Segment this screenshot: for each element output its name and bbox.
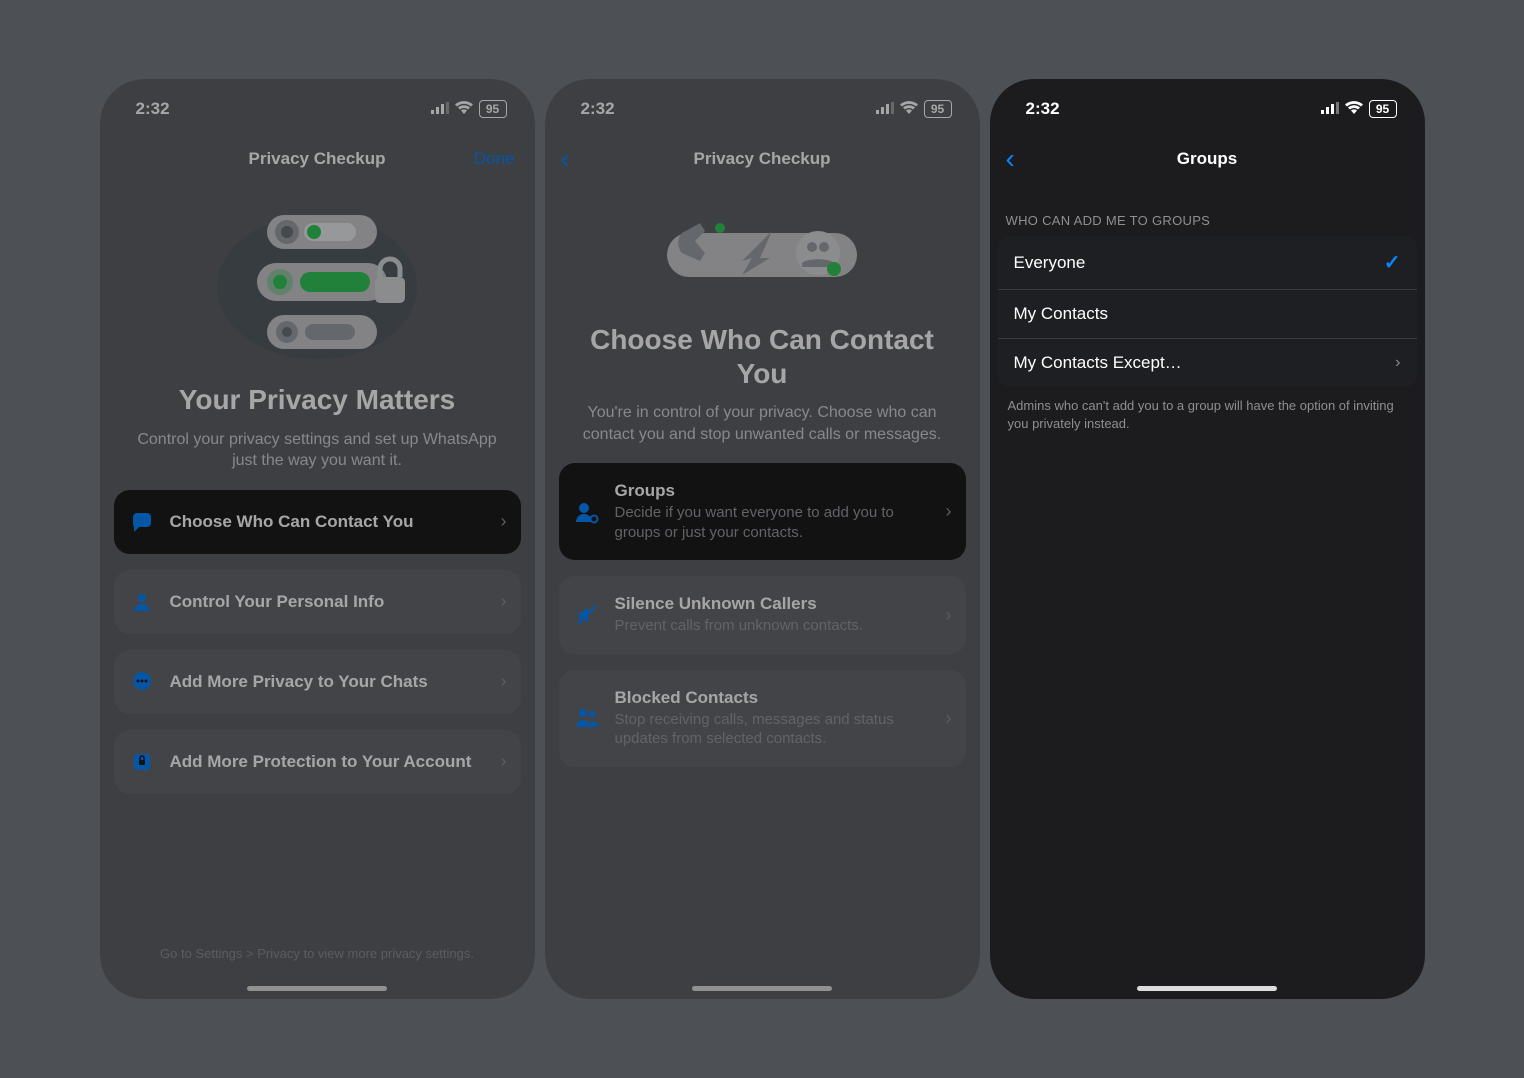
- option-label: Everyone: [1014, 253, 1384, 273]
- back-button[interactable]: ‹: [1006, 143, 1015, 175]
- battery-icon: 95: [1369, 100, 1397, 118]
- option-subtitle: Stop receiving calls, messages and statu…: [615, 710, 932, 749]
- nav-bar: ‹ Groups: [990, 135, 1425, 183]
- option-title: Groups: [615, 481, 932, 501]
- status-bar: 2:32 95: [545, 79, 980, 127]
- battery-icon: 95: [479, 100, 507, 118]
- footer-note: Go to Settings > Privacy to view more pr…: [100, 946, 535, 961]
- status-icons: 95: [1321, 99, 1397, 119]
- chevron-right-icon: ›: [501, 511, 507, 532]
- option-everyone[interactable]: Everyone ✓: [998, 236, 1417, 290]
- privacy-illustration: [100, 187, 535, 377]
- options-listgroup: Everyone ✓ My Contacts My Contacts Excep…: [998, 236, 1417, 387]
- option-groups[interactable]: Groups Decide if you want everyone to ad…: [559, 463, 966, 560]
- mute-icon: [573, 601, 601, 629]
- option-title: Choose Who Can Contact You: [170, 512, 487, 532]
- nav-title: Privacy Checkup: [248, 149, 385, 169]
- person-icon: [128, 588, 156, 616]
- battery-icon: 95: [924, 100, 952, 118]
- option-subtitle: Decide if you want everyone to add you t…: [615, 503, 932, 542]
- back-button[interactable]: ‹: [561, 143, 570, 175]
- chevron-right-icon: ›: [946, 605, 952, 626]
- chevron-right-icon: ›: [501, 671, 507, 692]
- wifi-icon: [1345, 99, 1363, 119]
- nav-bar: Privacy Checkup Done: [100, 135, 535, 183]
- section-footer: Admins who can't add you to a group will…: [990, 387, 1425, 432]
- nav-title: Groups: [1177, 149, 1237, 169]
- status-icons: 95: [431, 99, 507, 119]
- option-title: Silence Unknown Callers: [615, 594, 932, 614]
- signal-icon: [876, 99, 894, 119]
- nav-title: Privacy Checkup: [693, 149, 830, 169]
- option-my-contacts-except[interactable]: My Contacts Except… ›: [998, 339, 1417, 387]
- hero-subtitle: You're in control of your privacy. Choos…: [545, 402, 980, 445]
- option-subtitle: Prevent calls from unknown contacts.: [615, 616, 932, 636]
- option-contact-you[interactable]: Choose Who Can Contact You ›: [114, 490, 521, 554]
- option-chats-privacy[interactable]: Add More Privacy to Your Chats ›: [114, 650, 521, 714]
- options-list: Choose Who Can Contact You › Control You…: [100, 472, 535, 794]
- screen-groups: 2:32 95 ‹ Groups WHO CAN ADD ME TO GROUP…: [990, 79, 1425, 999]
- chevron-right-icon: ›: [946, 708, 952, 729]
- option-label: My Contacts: [1014, 304, 1401, 324]
- screen-contact-you: 2:32 95 ‹ Privacy Checkup Choose: [545, 79, 980, 999]
- option-title: Blocked Contacts: [615, 688, 932, 708]
- contact-illustration: [545, 203, 980, 311]
- section-header: WHO CAN ADD ME TO GROUPS: [990, 213, 1425, 228]
- group-person-icon: [573, 498, 601, 526]
- status-bar: 2:32 95: [990, 79, 1425, 127]
- chevron-right-icon: ›: [501, 591, 507, 612]
- status-time: 2:32: [581, 99, 615, 119]
- options-list: Groups Decide if you want everyone to ad…: [545, 445, 980, 767]
- home-indicator: [1137, 986, 1277, 991]
- signal-icon: [431, 99, 449, 119]
- chevron-right-icon: ›: [946, 501, 952, 522]
- hero-subtitle: Control your privacy settings and set up…: [100, 429, 535, 472]
- option-label: My Contacts Except…: [1014, 353, 1396, 373]
- option-silence-callers[interactable]: Silence Unknown Callers Prevent calls fr…: [559, 576, 966, 654]
- nav-bar: ‹ Privacy Checkup: [545, 135, 980, 183]
- option-my-contacts[interactable]: My Contacts: [998, 290, 1417, 339]
- hero-title: Choose Who Can Contact You: [545, 323, 980, 390]
- wifi-icon: [900, 99, 918, 119]
- option-title: Control Your Personal Info: [170, 592, 487, 612]
- wifi-icon: [455, 99, 473, 119]
- signal-icon: [1321, 99, 1339, 119]
- shield-icon: [128, 748, 156, 776]
- people-icon: [573, 704, 601, 732]
- status-bar: 2:32 95: [100, 79, 535, 127]
- option-title: Add More Privacy to Your Chats: [170, 672, 487, 692]
- chevron-right-icon: ›: [1395, 354, 1400, 372]
- option-blocked-contacts[interactable]: Blocked Contacts Stop receiving calls, m…: [559, 670, 966, 767]
- checkmark-icon: ✓: [1384, 250, 1401, 275]
- home-indicator: [247, 986, 387, 991]
- option-personal-info[interactable]: Control Your Personal Info ›: [114, 570, 521, 634]
- hero-title: Your Privacy Matters: [100, 383, 535, 417]
- status-time: 2:32: [1026, 99, 1060, 119]
- speech-bubble-icon: [128, 508, 156, 536]
- screen-privacy-checkup: 2:32 95 Privacy Checkup Done: [100, 79, 535, 999]
- option-account-protection[interactable]: Add More Protection to Your Account ›: [114, 730, 521, 794]
- status-icons: 95: [876, 99, 952, 119]
- option-title: Add More Protection to Your Account: [170, 752, 487, 772]
- chevron-right-icon: ›: [501, 751, 507, 772]
- status-time: 2:32: [136, 99, 170, 119]
- done-button[interactable]: Done: [474, 149, 515, 169]
- chat-bubble-icon: [128, 668, 156, 696]
- home-indicator: [692, 986, 832, 991]
